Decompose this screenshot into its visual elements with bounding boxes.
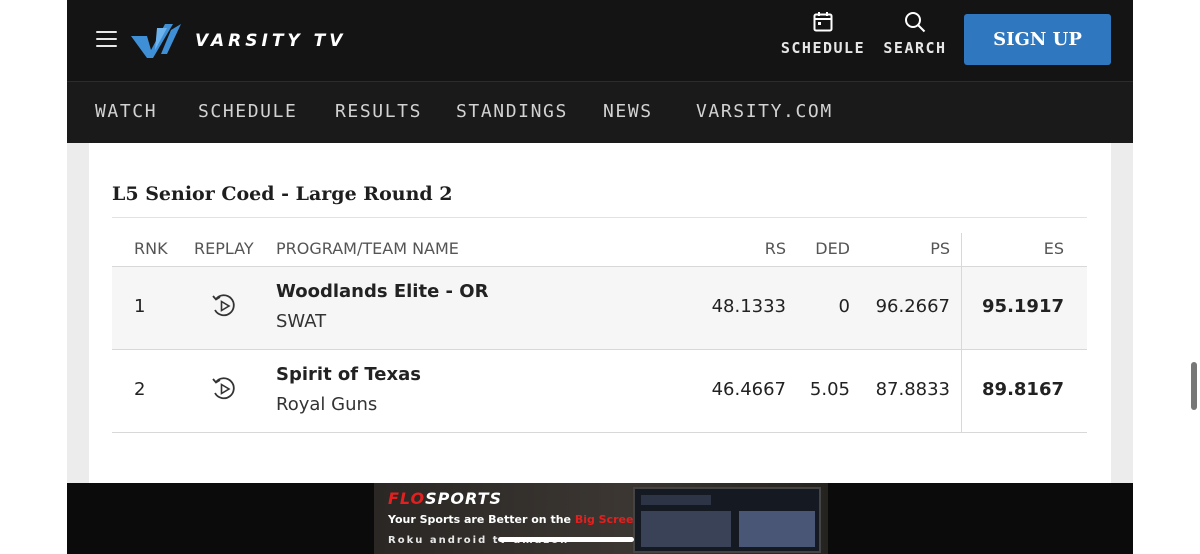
nav-news[interactable]: NEWS: [603, 101, 653, 122]
es-score: 89.8167: [982, 379, 1064, 400]
rank-cell: 2: [134, 379, 146, 400]
division-title: L5 Senior Coed - Large Round 2: [112, 183, 453, 205]
nav-standings[interactable]: STANDINGS: [456, 101, 568, 122]
program-name[interactable]: Spirit of Texas: [276, 364, 421, 385]
flosports-ad-banner[interactable]: FLOSPORTS Your Sports are Better on the …: [374, 483, 828, 554]
ad-bar: FLOSPORTS Your Sports are Better on the …: [67, 483, 1133, 554]
col-rs[interactable]: RS: [765, 239, 786, 258]
results-card: L5 Senior Coed - Large Round 2 RNK REPLA…: [89, 143, 1111, 483]
es-column-divider: [961, 267, 962, 349]
table-header: RNK REPLAY PROGRAM/TEAM NAME RS DED PS E…: [112, 233, 1087, 267]
search-icon: [905, 12, 926, 33]
ded-score: 5.05: [809, 379, 850, 400]
home-indicator: [498, 537, 634, 542]
nav-varsity-com[interactable]: VARSITY.COM: [696, 101, 833, 122]
es-column-divider: [961, 233, 962, 266]
rs-score: 46.4667: [711, 379, 786, 400]
scrollbar[interactable]: [1191, 362, 1197, 410]
sign-up-button[interactable]: SIGN UP: [964, 14, 1111, 65]
ps-score: 96.2667: [875, 296, 950, 317]
col-ded[interactable]: DED: [815, 239, 850, 258]
brand-name[interactable]: VARSITY TV: [195, 31, 346, 51]
es-column-divider: [961, 350, 962, 432]
col-team[interactable]: PROGRAM/TEAM NAME: [276, 239, 459, 258]
team-name: Royal Guns: [276, 394, 378, 415]
nav-watch[interactable]: WATCH: [95, 101, 157, 122]
col-es[interactable]: ES: [1044, 239, 1064, 258]
menu-icon[interactable]: [96, 31, 117, 48]
program-name[interactable]: Woodlands Elite - OR: [276, 281, 488, 302]
nav-results[interactable]: RESULTS: [335, 101, 422, 122]
team-name: SWAT: [276, 311, 327, 332]
schedule-button[interactable]: SCHEDULE: [773, 11, 873, 57]
search-button[interactable]: SEARCH: [877, 11, 953, 57]
es-score: 95.1917: [982, 296, 1064, 317]
results-table: RNK REPLAY PROGRAM/TEAM NAME RS DED PS E…: [112, 233, 1087, 433]
replay-icon[interactable]: [211, 293, 237, 319]
search-label: SEARCH: [883, 39, 947, 57]
ded-score: 0: [838, 296, 850, 317]
left-margin: [0, 0, 67, 554]
nav-schedule[interactable]: SCHEDULE: [198, 101, 298, 122]
col-ps[interactable]: PS: [930, 239, 950, 258]
schedule-label: SCHEDULE: [780, 39, 866, 57]
divider: [112, 217, 1087, 218]
col-replay: REPLAY: [194, 239, 254, 258]
calendar-icon: [813, 12, 833, 32]
top-header: VARSITY TV SCHEDULE SEARCH SIGN UP: [67, 0, 1133, 81]
right-margin: [1133, 0, 1200, 554]
tv-screen-image: [633, 487, 821, 553]
table-row[interactable]: 2 Spirit of Texas Royal Guns 46.4667 5.0…: [112, 350, 1087, 433]
main-nav: WATCH SCHEDULE RESULTS STANDINGS NEWS VA…: [67, 81, 1133, 143]
ps-score: 87.8833: [875, 379, 950, 400]
rank-cell: 1: [134, 296, 146, 317]
varsity-logo-icon[interactable]: [127, 20, 183, 60]
col-rank[interactable]: RNK: [134, 239, 168, 258]
table-row[interactable]: 1 Woodlands Elite - OR SWAT 48.1333 0 96…: [112, 267, 1087, 350]
replay-icon[interactable]: [211, 376, 237, 402]
rs-score: 48.1333: [711, 296, 786, 317]
ad-tagline: Your Sports are Better on the Big Screen: [388, 513, 642, 526]
flosports-logo: FLOSPORTS: [388, 489, 503, 508]
